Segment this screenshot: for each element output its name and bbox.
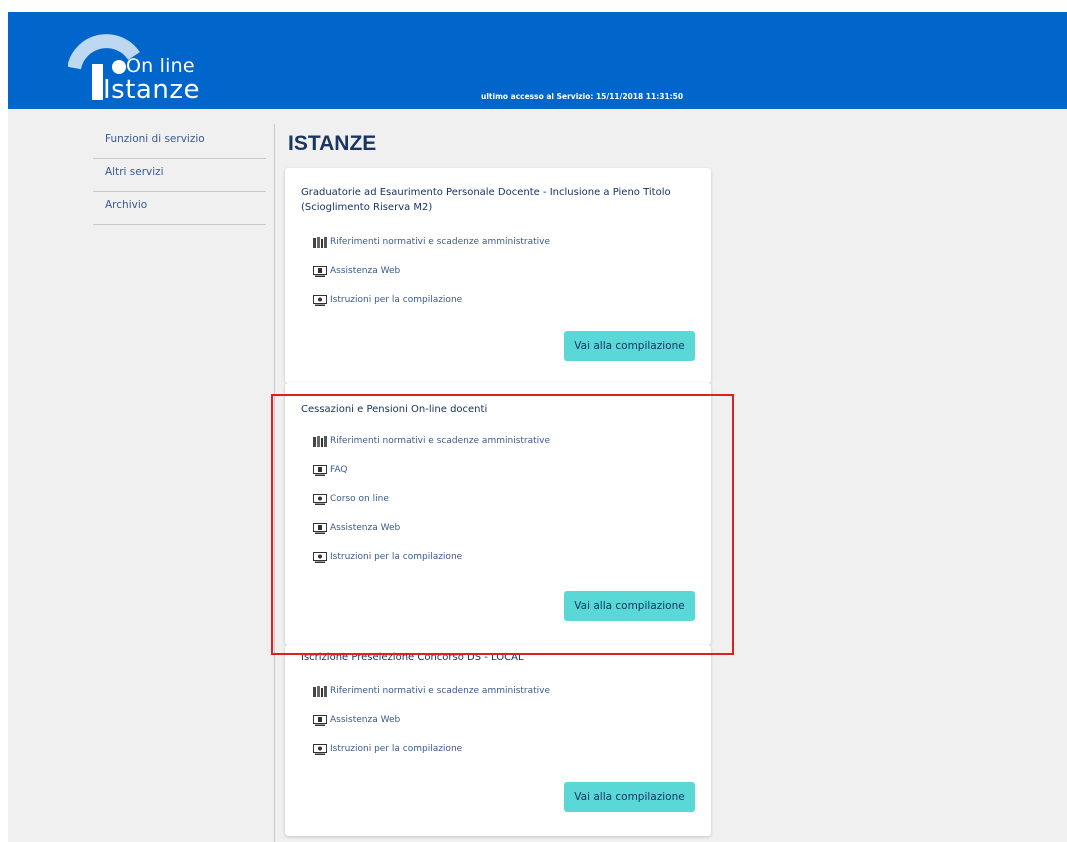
sidebar-divider [274, 124, 275, 842]
link-faq[interactable]: FAQ [313, 463, 347, 477]
link-label: Istruzioni per la compilazione [330, 744, 463, 754]
link-istruzioni-compilazione[interactable]: Istruzioni per la compilazione [313, 550, 462, 564]
screen-icon [313, 493, 327, 505]
page-title: ISTANZE [288, 132, 377, 155]
monitor-icon [313, 464, 327, 476]
logo-online-text: On line [126, 55, 195, 77]
card-title: Graduatorie ad Esaurimento Personale Doc… [301, 187, 671, 213]
sidebar-nav: Funzioni di servizio Altri servizi Archi… [93, 126, 266, 225]
vai-alla-compilazione-button[interactable]: Vai alla compilazione [564, 591, 695, 621]
link-label: Riferimenti normativi e scadenze amminis… [330, 436, 551, 446]
sidebar-item-funzioni-di-servizio[interactable]: Funzioni di servizio [93, 126, 266, 159]
link-assistenza-web[interactable]: Assistenza Web [313, 521, 400, 535]
istanza-card-preselezione-concorso-ds: Iscrizione Preselezione Concorso DS - LO… [285, 645, 711, 836]
monitor-icon [313, 265, 327, 277]
screen-icon [313, 294, 327, 306]
card-title: Cessazioni e Pensioni On-line docenti [301, 404, 488, 415]
monitor-icon [313, 522, 327, 534]
istanza-card-cessazioni-pensioni: Cessazioni e Pensioni On-line docenti Ri… [285, 383, 711, 645]
link-assistenza-web[interactable]: Assistenza Web [313, 264, 400, 278]
link-riferimenti-normativi[interactable]: Riferimenti normativi e scadenze amminis… [313, 684, 550, 698]
last-access-info: ultimo accesso al Servizio: 15/11/2018 1… [481, 92, 684, 101]
link-label: Istruzioni per la compilazione [330, 295, 463, 305]
link-label: Istruzioni per la compilazione [330, 552, 463, 562]
card-title: Iscrizione Preselezione Concorso DS - LO… [301, 652, 524, 663]
link-label: Corso on line [330, 494, 389, 504]
page-frame: On line Istanze ultimo accesso al Serviz… [8, 12, 1067, 842]
books-icon [313, 236, 327, 248]
link-assistenza-web[interactable]: Assistenza Web [313, 713, 400, 727]
link-istruzioni-compilazione[interactable]: Istruzioni per la compilazione [313, 293, 462, 307]
link-label: Riferimenti normativi e scadenze amminis… [330, 237, 551, 247]
link-label: FAQ [330, 465, 348, 475]
books-icon [313, 685, 327, 697]
vai-alla-compilazione-button[interactable]: Vai alla compilazione [564, 782, 695, 812]
link-corso-on-line[interactable]: Corso on line [313, 492, 389, 506]
screen-icon [313, 551, 327, 563]
sidebar-item-archivio[interactable]: Archivio [93, 192, 266, 225]
link-label: Assistenza Web [330, 715, 401, 725]
link-label: Riferimenti normativi e scadenze amminis… [330, 686, 551, 696]
link-riferimenti-normativi[interactable]: Riferimenti normativi e scadenze amminis… [313, 434, 550, 448]
monitor-icon [313, 714, 327, 726]
screen-icon [313, 743, 327, 755]
books-icon [313, 435, 327, 447]
logo-istanze-text: Istanze [103, 75, 200, 105]
vai-alla-compilazione-button[interactable]: Vai alla compilazione [564, 331, 695, 361]
sidebar-item-altri-servizi[interactable]: Altri servizi [93, 159, 266, 192]
link-istruzioni-compilazione[interactable]: Istruzioni per la compilazione [313, 742, 462, 756]
link-riferimenti-normativi[interactable]: Riferimenti normativi e scadenze amminis… [313, 235, 550, 249]
header-bar: On line Istanze ultimo accesso al Serviz… [8, 12, 1067, 109]
istanza-card-graduatorie: Graduatorie ad Esaurimento Personale Doc… [285, 168, 711, 383]
link-label: Assistenza Web [330, 523, 401, 533]
istanze-online-logo[interactable]: On line Istanze [68, 22, 208, 107]
link-label: Assistenza Web [330, 266, 401, 276]
